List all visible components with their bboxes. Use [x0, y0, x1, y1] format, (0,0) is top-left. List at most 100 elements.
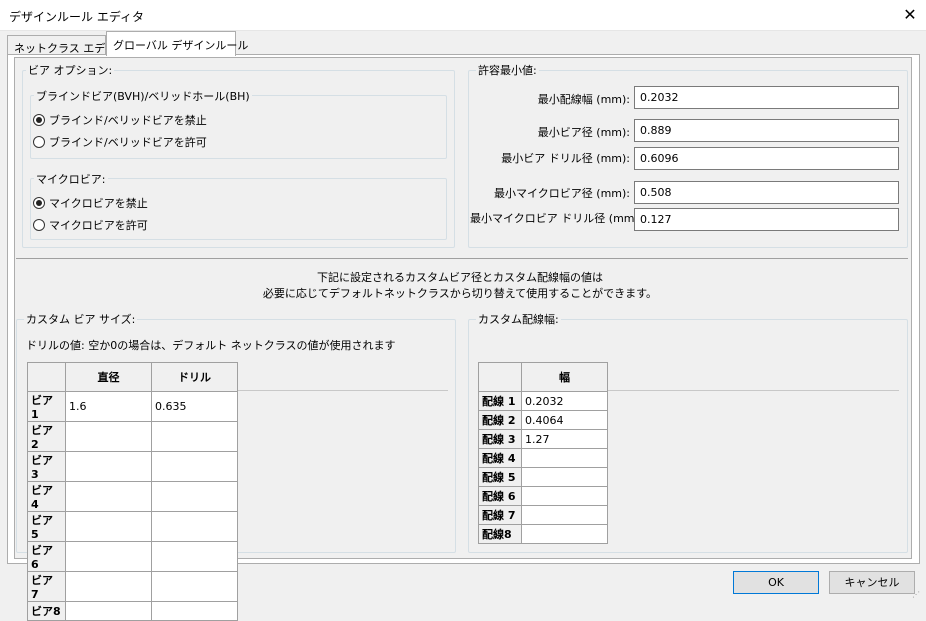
min-microvia-drill-input[interactable]: 0.127	[634, 208, 899, 231]
custom-via-table[interactable]: 直径 ドリル ビア 1 1.6 0.635 ビア 2 ビア 3 ビア 4 ビア 5 …	[27, 362, 238, 621]
note-line-2: 必要に応じてデフォルトネットクラスから切り替えて使用することができます。	[262, 287, 658, 300]
min-microvia-diameter-input[interactable]: 0.508	[634, 181, 899, 204]
table-cell[interactable]	[151, 481, 238, 512]
table-row: 配線8	[478, 524, 608, 544]
table-cell[interactable]	[521, 505, 608, 525]
table-cell[interactable]	[521, 448, 608, 468]
min-track-width-input[interactable]: 0.2032	[634, 86, 899, 109]
table-row: 配線 7	[478, 505, 608, 525]
table-cell[interactable]	[151, 451, 238, 482]
table-row: ビア 3	[27, 451, 238, 482]
table-cell[interactable]	[65, 541, 152, 572]
table-row: ビア 4	[27, 481, 238, 512]
table-row: 配線 6	[478, 486, 608, 506]
row-header[interactable]: 配線 2	[478, 410, 522, 430]
min-track-width-label: 最小配線幅 (mm):	[537, 93, 630, 106]
tab-netclass-editor[interactable]: ネットクラス エディタ	[7, 35, 127, 55]
row-header[interactable]: 配線 1	[478, 391, 522, 411]
close-icon[interactable]: ✕	[898, 3, 922, 27]
table-cell[interactable]	[521, 467, 608, 487]
custom-values-note: 下記に設定されるカスタムビア径とカスタム配線幅の値は 必要に応じてデフォルトネッ…	[160, 270, 760, 302]
radio-unchecked-icon	[33, 219, 45, 231]
radio-label: マイクロビアを許可	[49, 219, 148, 232]
table-cell[interactable]	[65, 421, 152, 452]
row-header[interactable]: ビア 2	[27, 421, 66, 452]
radio-label: ブラインド/ベリッドビアを許可	[49, 136, 207, 149]
custom-via-hint: ドリルの値: 空か0の場合は、デフォルト ネットクラスの値が使用されます	[26, 339, 396, 352]
row-header[interactable]: ビア 6	[27, 541, 66, 572]
min-via-drill-input[interactable]: 0.6096	[634, 147, 899, 170]
table-row: ビア 6	[27, 541, 238, 572]
row-header[interactable]: ビア 1	[27, 391, 66, 422]
radio-micro-disallow[interactable]: マイクロビアを禁止	[33, 195, 148, 211]
row-header[interactable]: ビア 3	[27, 451, 66, 482]
row-header[interactable]: ビア 7	[27, 571, 66, 602]
table-cell[interactable]	[151, 571, 238, 602]
table-cell[interactable]: 0.635	[151, 391, 238, 422]
table-row: ビア 1 1.6 0.635	[27, 391, 238, 422]
row-header[interactable]: 配線 6	[478, 486, 522, 506]
row-header[interactable]: 配線8	[478, 524, 522, 544]
via-options-label: ビア オプション:	[26, 62, 115, 78]
resize-grip-icon[interactable]: ⋰	[912, 590, 922, 600]
tab-global-design-rules[interactable]: グローバル デザインルール	[106, 31, 248, 56]
table-row: 配線 2 0.4064	[478, 410, 608, 430]
note-line-1: 下記に設定されるカスタムビア径とカスタム配線幅の値は	[317, 271, 603, 284]
table-row: ビア8	[27, 601, 238, 621]
table-row: 配線 4	[478, 448, 608, 468]
table-cell[interactable]	[65, 511, 152, 542]
table-cell[interactable]: 1.6	[65, 391, 152, 422]
min-via-drill-label: 最小ビア ドリル径 (mm):	[501, 152, 630, 165]
table-cell[interactable]	[65, 481, 152, 512]
table-row: ビア 2	[27, 421, 238, 452]
min-microvia-drill-label: 最小マイクロビア ドリル径 (mm):	[470, 212, 643, 225]
row-header[interactable]: ビア 5	[27, 511, 66, 542]
row-header[interactable]: ビア8	[27, 601, 66, 621]
table-cell[interactable]	[65, 451, 152, 482]
column-header-diameter[interactable]: 直径	[65, 362, 152, 392]
table-row: 配線 1 0.2032	[478, 391, 608, 411]
radio-blind-allow[interactable]: ブラインド/ベリッドビアを許可	[33, 134, 207, 150]
table-cell[interactable]	[521, 524, 608, 544]
divider	[16, 258, 908, 259]
table-row: ビア 7	[27, 571, 238, 602]
column-header-width[interactable]: 幅	[521, 362, 608, 392]
custom-track-table[interactable]: 幅 配線 1 0.2032 配線 2 0.4064 配線 3 1.27 配線 4 配線…	[478, 362, 608, 544]
radio-unchecked-icon	[33, 136, 45, 148]
table-cell[interactable]	[151, 541, 238, 572]
table-cell[interactable]: 1.27	[521, 429, 608, 449]
cancel-button[interactable]: キャンセル	[829, 571, 915, 594]
table-corner	[27, 362, 66, 392]
table-cell[interactable]: 0.4064	[521, 410, 608, 430]
radio-label: ブラインド/ベリッドビアを禁止	[49, 114, 207, 127]
min-microvia-diameter-label: 最小マイクロビア径 (mm):	[494, 187, 630, 200]
table-cell[interactable]	[151, 601, 238, 621]
radio-label: マイクロビアを禁止	[49, 197, 148, 210]
table-corner	[478, 362, 522, 392]
blind-buried-label: ブラインドビア(BVH)/ベリッドホール(BH)	[34, 88, 252, 104]
radio-blind-disallow[interactable]: ブラインド/ベリッドビアを禁止	[33, 112, 207, 128]
radio-checked-icon	[33, 114, 45, 126]
table-cell[interactable]: 0.2032	[521, 391, 608, 411]
micro-via-label: マイクロビア:	[34, 171, 108, 187]
table-row: 配線 3 1.27	[478, 429, 608, 449]
row-header[interactable]: 配線 3	[478, 429, 522, 449]
table-cell[interactable]	[521, 486, 608, 506]
min-values-label: 許容最小値:	[476, 62, 539, 78]
radio-micro-allow[interactable]: マイクロビアを許可	[33, 217, 148, 233]
window-title: デザインルール エディタ	[9, 10, 144, 24]
table-cell[interactable]	[151, 511, 238, 542]
column-header-drill[interactable]: ドリル	[151, 362, 238, 392]
table-cell[interactable]	[65, 601, 152, 621]
row-header[interactable]: 配線 7	[478, 505, 522, 525]
ok-button[interactable]: OK	[733, 571, 819, 594]
radio-checked-icon	[33, 197, 45, 209]
min-via-diameter-input[interactable]: 0.889	[634, 119, 899, 142]
table-row: 配線 5	[478, 467, 608, 487]
row-header[interactable]: 配線 5	[478, 467, 522, 487]
row-header[interactable]: ビア 4	[27, 481, 66, 512]
row-header[interactable]: 配線 4	[478, 448, 522, 468]
table-cell[interactable]	[151, 421, 238, 452]
table-cell[interactable]	[65, 571, 152, 602]
table-row: ビア 5	[27, 511, 238, 542]
